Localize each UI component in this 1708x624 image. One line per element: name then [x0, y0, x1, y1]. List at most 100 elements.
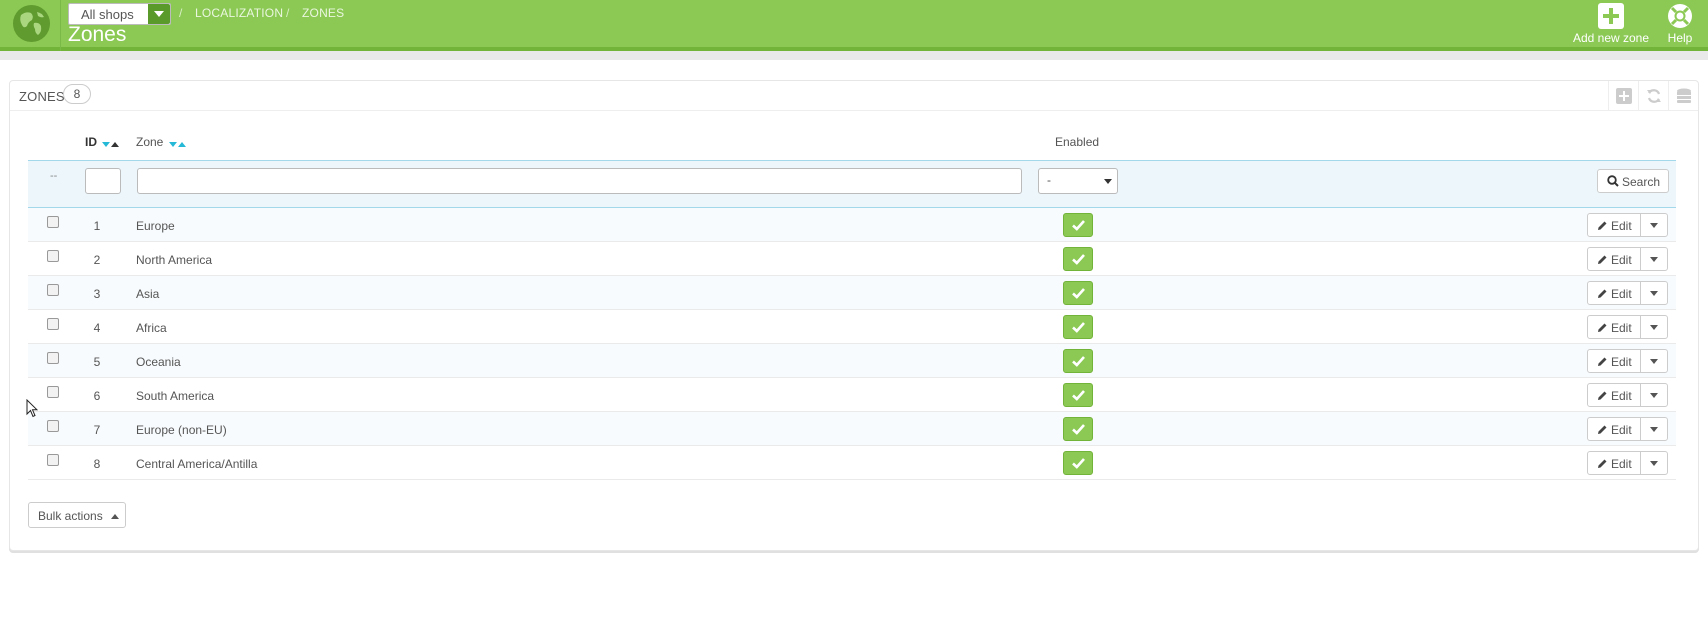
edit-button[interactable]: Edit [1587, 383, 1641, 407]
top-header: All shops / LOCALIZATION / ZONES Zones A… [0, 0, 1708, 51]
table-row[interactable]: 8 Central America/Antilla Edit [28, 446, 1676, 480]
row-actions-dropdown[interactable] [1640, 417, 1668, 441]
column-enabled-label: Enabled [1055, 135, 1100, 149]
row-zone-name: Europe [136, 219, 175, 233]
zone-filter-input[interactable] [137, 168, 1022, 194]
enabled-status-toggle[interactable] [1063, 451, 1093, 475]
breadcrumb-localization[interactable]: LOCALIZATION [195, 6, 283, 20]
check-icon [1072, 288, 1085, 299]
row-actions-dropdown[interactable] [1640, 213, 1668, 237]
edit-button[interactable]: Edit [1587, 349, 1641, 373]
check-icon [1072, 458, 1085, 469]
row-id: 1 [93, 219, 101, 233]
edit-button-label: Edit [1611, 253, 1632, 267]
table-row[interactable]: 7 Europe (non-EU) Edit [28, 412, 1676, 446]
row-id: 8 [93, 457, 101, 471]
row-checkbox[interactable] [47, 454, 59, 466]
column-header-id[interactable]: ID [85, 135, 120, 150]
row-checkbox[interactable] [47, 420, 59, 432]
row-actions-dropdown[interactable] [1640, 247, 1668, 271]
edit-button[interactable]: Edit [1587, 281, 1641, 305]
row-actions-dropdown[interactable] [1640, 349, 1668, 373]
search-button[interactable]: Search [1597, 169, 1669, 193]
bulk-actions-button[interactable]: Bulk actions [28, 502, 126, 528]
check-icon [1072, 220, 1085, 231]
edit-button[interactable]: Edit [1587, 417, 1641, 441]
globe-icon[interactable] [13, 5, 50, 42]
page-title: Zones [68, 23, 127, 46]
enabled-status-toggle[interactable] [1063, 247, 1093, 271]
row-actions-dropdown[interactable] [1640, 315, 1668, 339]
row-actions-dropdown[interactable] [1640, 451, 1668, 475]
enabled-status-toggle[interactable] [1063, 315, 1093, 339]
help-button[interactable]: Help [1660, 3, 1700, 45]
row-id: 6 [93, 389, 101, 403]
edit-button[interactable]: Edit [1587, 451, 1641, 475]
header-shadow [0, 51, 1708, 60]
row-checkbox[interactable] [47, 318, 59, 330]
pencil-icon [1598, 255, 1607, 264]
zone-count-badge: 8 [63, 84, 91, 104]
row-checkbox[interactable] [47, 216, 59, 228]
breadcrumb-zones[interactable]: ZONES [302, 6, 344, 20]
row-id: 4 [93, 321, 101, 335]
panel-title: ZONES [19, 89, 65, 104]
row-actions-dropdown[interactable] [1640, 281, 1668, 305]
row-zone-name: Africa [136, 321, 167, 335]
table-row[interactable]: 1 Europe Edit [28, 208, 1676, 242]
enabled-status-toggle[interactable] [1063, 417, 1093, 441]
check-icon [1072, 322, 1085, 333]
add-new-zone-button[interactable]: Add new zone [1569, 3, 1653, 45]
row-checkbox[interactable] [47, 386, 59, 398]
sort-arrows-icon[interactable] [102, 136, 120, 150]
enabled-filter-select[interactable]: - [1038, 168, 1118, 194]
column-header-zone[interactable]: Zone [136, 135, 186, 150]
table-row[interactable]: 2 North America Edit [28, 242, 1676, 276]
edit-button[interactable]: Edit [1587, 315, 1641, 339]
search-icon [1607, 175, 1619, 187]
edit-button-label: Edit [1611, 457, 1632, 471]
chevron-down-icon[interactable] [148, 4, 170, 24]
edit-button[interactable]: Edit [1587, 213, 1641, 237]
table-row[interactable]: 3 Asia Edit [28, 276, 1676, 310]
table-row[interactable]: 4 Africa Edit [28, 310, 1676, 344]
enabled-status-toggle[interactable] [1063, 349, 1093, 373]
pencil-icon [1598, 323, 1607, 332]
pencil-icon [1598, 459, 1607, 468]
check-icon [1072, 254, 1085, 265]
bulk-actions-label: Bulk actions [38, 509, 103, 523]
check-icon [1072, 424, 1085, 435]
row-zone-name: Europe (non-EU) [136, 423, 227, 437]
help-label: Help [1667, 31, 1693, 45]
row-checkbox[interactable] [47, 284, 59, 296]
enabled-status-toggle[interactable] [1063, 281, 1093, 305]
table-row[interactable]: 6 South America Edit [28, 378, 1676, 412]
id-filter-input[interactable] [85, 168, 121, 194]
pencil-icon [1598, 391, 1607, 400]
table-row[interactable]: 5 Oceania Edit [28, 344, 1676, 378]
refresh-icon[interactable] [1638, 81, 1668, 111]
edit-button-label: Edit [1611, 321, 1632, 335]
column-id-label: ID [85, 135, 97, 149]
edit-button-label: Edit [1611, 423, 1632, 437]
shop-select[interactable]: All shops [68, 3, 171, 25]
pencil-icon [1598, 425, 1607, 434]
filter-dash: -- [50, 170, 58, 182]
pencil-icon [1598, 357, 1607, 366]
row-actions-dropdown[interactable] [1640, 383, 1668, 407]
row-checkbox[interactable] [47, 250, 59, 262]
sort-arrows-icon[interactable] [168, 136, 186, 150]
row-checkbox[interactable] [47, 352, 59, 364]
enabled-status-toggle[interactable] [1063, 383, 1093, 407]
row-id: 3 [93, 287, 101, 301]
add-new-icon[interactable] [1608, 81, 1638, 111]
row-zone-name: South America [136, 389, 215, 403]
breadcrumb-separator: / [286, 6, 290, 20]
enabled-status-toggle[interactable] [1063, 213, 1093, 237]
row-zone-name: Asia [136, 287, 160, 301]
check-icon [1072, 356, 1085, 367]
edit-button[interactable]: Edit [1587, 247, 1641, 271]
search-button-label: Search [1622, 175, 1661, 189]
database-icon[interactable] [1668, 81, 1698, 111]
caret-up-icon [111, 514, 119, 519]
